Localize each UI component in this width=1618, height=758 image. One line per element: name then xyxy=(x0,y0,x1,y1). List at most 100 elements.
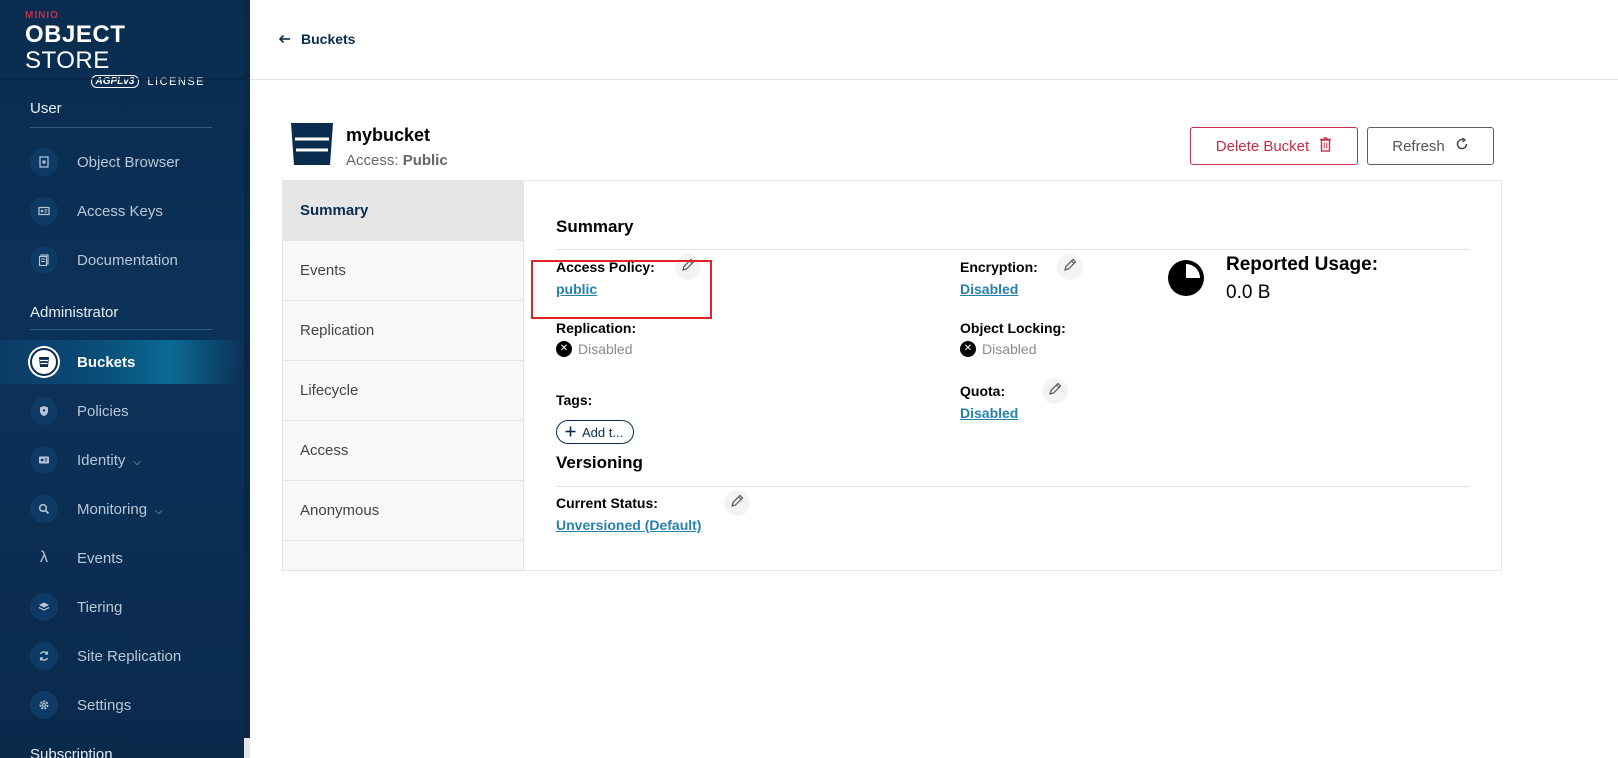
edit-versioning-button[interactable] xyxy=(724,490,750,516)
site-replication-icon xyxy=(30,642,58,670)
sidebar-item-monitoring[interactable]: Monitoring ⌵ xyxy=(0,487,244,531)
trash-icon xyxy=(1319,136,1332,156)
encryption-value-link[interactable]: Disabled xyxy=(960,281,1018,297)
summary-title: Summary xyxy=(556,217,634,236)
sidebar-item-object-browser[interactable]: Object Browser xyxy=(0,140,244,184)
back-to-buckets-link[interactable]: Buckets xyxy=(278,31,355,47)
delete-bucket-button[interactable]: Delete Bucket xyxy=(1190,127,1358,165)
chevron-down-icon: ⌵ xyxy=(155,505,163,517)
sidebar-item-label: Documentation xyxy=(77,251,178,269)
tab-access[interactable]: Access xyxy=(283,421,523,481)
sidebar-item-label: Monitoring ⌵ xyxy=(77,500,163,518)
sidebar-item-label: Buckets xyxy=(77,353,136,371)
disabled-x-icon: ✕ xyxy=(556,341,572,357)
replication-status: ✕ Disabled xyxy=(556,341,632,357)
sidebar: MINIO OBJECT STORE AGPLv3 LICENSE User O… xyxy=(0,0,244,758)
sidebar-item-policies[interactable]: Policies xyxy=(0,389,244,433)
bucket-tabs: Summary Events Replication Lifecycle Acc… xyxy=(283,181,524,570)
policies-icon xyxy=(30,397,58,425)
logo-title-light: STORE xyxy=(25,47,110,74)
access-keys-icon xyxy=(30,197,58,225)
sidebar-scrollbar-track xyxy=(244,738,250,758)
pencil-icon xyxy=(1063,258,1077,277)
tab-summary[interactable]: Summary xyxy=(283,181,523,241)
tags-label: Tags: xyxy=(556,392,593,408)
sidebar-item-identity[interactable]: Identity ⌵ xyxy=(0,438,244,482)
edit-quota-button[interactable] xyxy=(1042,378,1068,404)
sidebar-item-documentation[interactable]: Documentation xyxy=(0,238,244,282)
gear-icon xyxy=(30,691,58,719)
tab-replication[interactable]: Replication xyxy=(283,301,523,361)
delete-bucket-label: Delete Bucket xyxy=(1215,137,1310,155)
tab-events[interactable]: Events xyxy=(283,241,523,301)
plus-icon xyxy=(565,425,576,440)
sidebar-item-settings[interactable]: Settings xyxy=(0,683,244,727)
sidebar-item-events[interactable]: λ Events xyxy=(0,536,244,580)
section-administrator-divider xyxy=(30,329,212,330)
sidebar-item-buckets[interactable]: Buckets xyxy=(0,340,244,384)
bucket-access-value: Public xyxy=(402,152,448,169)
sidebar-item-label: Site Replication xyxy=(77,647,182,665)
sidebar-item-label: Policies xyxy=(77,402,129,420)
sidebar-scrollbar[interactable] xyxy=(244,0,250,758)
current-status-label: Current Status: xyxy=(556,495,658,511)
section-user-divider xyxy=(30,127,212,128)
chevron-down-icon: ⌵ xyxy=(133,456,141,468)
logo-title: OBJECT STORE xyxy=(25,22,215,74)
logo-license: AGPLv3 LICENSE xyxy=(25,75,205,88)
section-subscription: Subscription xyxy=(30,746,113,758)
back-link-label: Buckets xyxy=(301,31,356,47)
reported-usage-label: Reported Usage: xyxy=(1226,254,1379,275)
refresh-button[interactable]: Refresh xyxy=(1367,127,1494,165)
sidebar-item-access-keys[interactable]: Access Keys xyxy=(0,189,244,233)
summary-divider xyxy=(556,249,1470,250)
bucket-icon xyxy=(290,122,334,166)
section-administrator: Administrator xyxy=(30,304,119,321)
page-header: Buckets xyxy=(250,0,1618,80)
encryption-label: Encryption: xyxy=(960,259,1038,275)
add-tag-label: Add t... xyxy=(582,424,624,440)
logo-title-bold: OBJECT xyxy=(25,21,126,48)
quota-label: Quota: xyxy=(960,383,1006,399)
replication-value: Disabled xyxy=(578,341,633,357)
sidebar-item-label: Settings xyxy=(77,696,132,714)
sidebar-item-tiering[interactable]: Tiering xyxy=(0,585,244,629)
tab-anonymous[interactable]: Anonymous xyxy=(283,481,523,541)
pie-chart-icon xyxy=(1167,259,1205,297)
disabled-x-icon: ✕ xyxy=(960,341,976,357)
highlight-annotation-box xyxy=(531,260,712,319)
refresh-icon xyxy=(1455,137,1469,155)
sidebar-item-label: Identity ⌵ xyxy=(77,451,141,469)
reported-usage-value: 0.0 B xyxy=(1226,282,1271,303)
add-tag-button[interactable]: Add t... xyxy=(556,420,635,444)
object-locking-status: ✕ Disabled xyxy=(960,341,1036,357)
lambda-icon: λ xyxy=(40,549,48,566)
replication-label: Replication: xyxy=(556,320,637,336)
versioning-divider xyxy=(556,486,1470,487)
sidebar-item-label: Events xyxy=(77,549,123,567)
bucket-access: Access: Public xyxy=(346,152,448,169)
minio-logo[interactable]: MINIO OBJECT STORE AGPLv3 LICENSE xyxy=(25,10,215,88)
sidebar-item-label: Tiering xyxy=(77,598,123,616)
object-locking-value: Disabled xyxy=(982,341,1037,357)
object-locking-label: Object Locking: xyxy=(960,320,1066,336)
quota-value-link[interactable]: Disabled xyxy=(960,405,1018,421)
bucket-details-panel: Summary Events Replication Lifecycle Acc… xyxy=(282,180,1502,571)
object-browser-icon xyxy=(30,148,58,176)
tab-lifecycle[interactable]: Lifecycle xyxy=(283,361,523,421)
bucket-access-prefix: Access: xyxy=(346,152,399,169)
edit-encryption-button[interactable] xyxy=(1057,254,1083,280)
arrow-left-icon xyxy=(278,31,291,47)
documentation-icon xyxy=(30,246,58,274)
current-status-value-link[interactable]: Unversioned (Default) xyxy=(556,517,701,533)
tiering-icon xyxy=(30,593,58,621)
bucket-icon xyxy=(30,348,58,376)
pencil-icon xyxy=(1048,382,1062,401)
sidebar-item-site-replication[interactable]: Site Replication xyxy=(0,634,244,678)
identity-icon xyxy=(30,446,58,474)
sidebar-item-label: Access Keys xyxy=(77,202,163,220)
summary-content: Summary Access Policy: public Encryption… xyxy=(556,181,1476,570)
agpl-badge: AGPLv3 xyxy=(90,75,140,88)
bucket-name: mybucket xyxy=(346,125,431,145)
monitoring-icon xyxy=(30,495,58,523)
